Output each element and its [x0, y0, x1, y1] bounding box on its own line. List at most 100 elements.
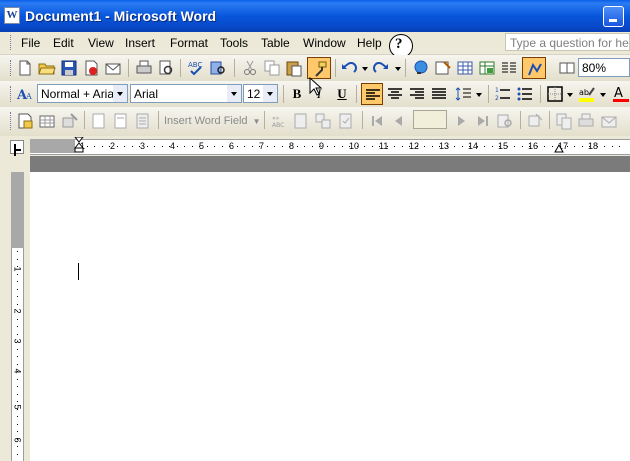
insert-address-block-icon[interactable]	[90, 112, 108, 130]
page-top-gap	[30, 156, 630, 172]
toolbar-separator	[405, 59, 406, 77]
reading-mode-icon[interactable]	[558, 59, 576, 77]
align-right-icon[interactable]	[408, 85, 426, 103]
horizontal-ruler[interactable]: 1123456789101112131415161718	[30, 139, 630, 155]
insert-excel-icon[interactable]	[478, 59, 496, 77]
first-record-icon[interactable]	[368, 112, 386, 130]
font-dropdown[interactable]	[227, 85, 241, 102]
open-icon[interactable]	[38, 59, 56, 77]
tab-selector[interactable]	[10, 140, 24, 154]
highlight-dropdown[interactable]	[600, 93, 606, 97]
menu-table[interactable]: Table	[261, 36, 290, 50]
previous-record-icon[interactable]	[390, 112, 408, 130]
document-page[interactable]	[30, 172, 630, 461]
main-document-setup-icon[interactable]	[16, 112, 34, 130]
merge-to-email-icon[interactable]	[600, 112, 618, 130]
insert-greeting-line-icon[interactable]	[112, 112, 130, 130]
bold-button[interactable]: B	[287, 85, 307, 103]
save-icon[interactable]	[60, 59, 78, 77]
ruler-dot	[162, 146, 163, 147]
next-record-icon[interactable]	[452, 112, 470, 130]
zoom-combo[interactable]: 80%	[578, 58, 630, 77]
go-to-record-input[interactable]	[413, 110, 447, 129]
borders-icon[interactable]	[546, 85, 564, 103]
highlight-icon[interactable]: ab	[578, 85, 596, 103]
mail-merge-recipients-icon[interactable]	[61, 112, 79, 130]
menu-edit[interactable]: Edit	[53, 36, 74, 50]
print-icon[interactable]	[135, 59, 153, 77]
spelling-icon[interactable]: ABC	[187, 59, 205, 77]
highlight-merge-fields-icon[interactable]	[292, 112, 310, 130]
new-document-icon[interactable]	[16, 59, 34, 77]
merge-to-printer-icon[interactable]	[577, 112, 595, 130]
toolbar-grip[interactable]	[10, 112, 13, 130]
email-icon[interactable]	[104, 59, 122, 77]
style-dropdown[interactable]	[113, 85, 127, 102]
find-entry-icon[interactable]	[496, 112, 514, 130]
word-app-icon[interactable]: W	[4, 7, 20, 24]
menu-insert[interactable]: Insert	[125, 36, 155, 50]
permission-icon[interactable]	[82, 59, 100, 77]
font-value: Arial	[134, 87, 159, 101]
redo-dropdown[interactable]	[395, 67, 401, 71]
insert-merge-fields-icon[interactable]	[134, 112, 152, 130]
toolbar-grip[interactable]	[10, 60, 13, 76]
toolbar-separator	[488, 85, 489, 103]
vertical-ruler-dot	[17, 394, 18, 395]
line-spacing-dropdown[interactable]	[476, 93, 482, 97]
format-painter-button[interactable]	[307, 57, 331, 79]
bullets-icon[interactable]	[516, 85, 534, 103]
font-color-icon[interactable]: A	[612, 85, 630, 103]
propagate-labels-icon[interactable]	[337, 112, 355, 130]
view-merged-data-icon[interactable]: «»ABC	[270, 112, 288, 130]
justify-icon[interactable]	[430, 85, 448, 103]
vertical-ruler-dot	[17, 409, 18, 410]
paste-icon[interactable]	[285, 59, 303, 77]
font-size-combo[interactable]: 12	[243, 84, 278, 103]
line-spacing-icon[interactable]	[455, 85, 473, 103]
font-size-dropdown[interactable]	[263, 85, 277, 102]
style-combo[interactable]: Normal + Arial	[37, 84, 128, 103]
indent-marker[interactable]	[74, 137, 84, 153]
right-indent-marker[interactable]	[554, 143, 564, 153]
undo-icon[interactable]	[340, 59, 358, 77]
cut-icon[interactable]	[241, 59, 259, 77]
insert-word-field-button[interactable]: Insert Word Field ▼	[164, 112, 261, 130]
menu-view[interactable]: View	[88, 36, 114, 50]
copy-icon[interactable]	[263, 59, 281, 77]
toolbar-grip[interactable]	[10, 86, 13, 102]
align-center-icon[interactable]	[386, 85, 404, 103]
print-preview-icon[interactable]	[157, 59, 175, 77]
styles-formatting-icon[interactable]: AA	[16, 85, 34, 103]
menu-help[interactable]: Help	[357, 36, 382, 50]
borders-dropdown[interactable]	[567, 93, 573, 97]
check-errors-icon[interactable]	[526, 112, 544, 130]
tables-borders-icon[interactable]	[434, 59, 452, 77]
menu-file[interactable]: File	[21, 36, 40, 50]
menu-format[interactable]: Format	[170, 36, 208, 50]
undo-dropdown[interactable]	[362, 67, 368, 71]
insert-word-field-label: Insert Word Field	[164, 115, 248, 127]
match-fields-icon[interactable]	[314, 112, 332, 130]
menu-window[interactable]: Window	[303, 36, 346, 50]
menu-tools[interactable]: Tools	[220, 36, 248, 50]
ruler-dot	[184, 146, 185, 147]
help-question-input[interactable]: Type a question for help	[505, 33, 630, 51]
toolbar-separator	[264, 111, 265, 129]
drawing-button[interactable]	[522, 57, 546, 79]
merge-to-new-document-icon[interactable]	[555, 112, 573, 130]
redo-icon[interactable]	[372, 59, 390, 77]
minimize-button[interactable]	[603, 6, 624, 27]
underline-button[interactable]: U	[332, 85, 352, 103]
menu-grip[interactable]	[10, 35, 13, 50]
open-data-source-icon[interactable]	[38, 112, 56, 130]
numbering-icon[interactable]: 12	[494, 85, 512, 103]
font-combo[interactable]: Arial	[130, 84, 242, 103]
last-record-icon[interactable]	[474, 112, 492, 130]
research-icon[interactable]	[209, 59, 227, 77]
ruler-dot	[597, 146, 598, 147]
align-left-button[interactable]	[361, 83, 383, 105]
insert-table-icon[interactable]	[456, 59, 474, 77]
insert-hyperlink-icon[interactable]	[412, 59, 430, 77]
columns-icon[interactable]	[500, 59, 518, 77]
